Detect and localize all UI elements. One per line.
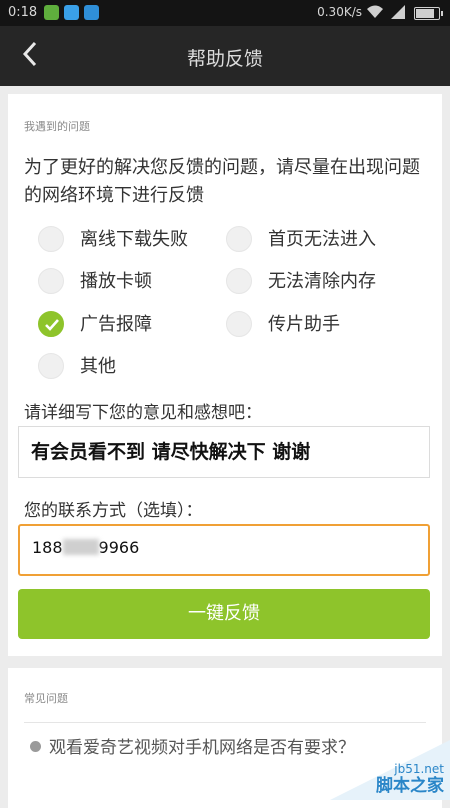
battery-icon	[414, 7, 443, 20]
notification-icon	[64, 5, 79, 20]
page-title: 帮助反馈	[186, 48, 263, 70]
network-speed: 0.30K/s	[317, 5, 362, 19]
problems-intro: 为了更好的解决您反馈的问题，请尽量在出现问题的网络环境下进行反馈	[24, 157, 420, 206]
feedback-prompt: 请详细写下您的意见和感想吧：	[24, 403, 262, 423]
contact-prompt: 您的联系方式（选填）：	[24, 501, 203, 521]
feedback-textarea[interactable]: 有会员看不到 请尽快解决下 谢谢	[18, 426, 430, 478]
divider	[24, 722, 426, 723]
watermark: jb51.net 脚本之家	[330, 740, 450, 800]
radio-unchecked-icon	[226, 268, 252, 294]
faq-section-label: 常见问题	[24, 692, 68, 705]
bullet-icon	[30, 741, 41, 752]
radio-unchecked-icon	[226, 311, 252, 337]
problems-section-label: 我遇到的问题	[24, 120, 90, 133]
watermark-brand: 脚本之家	[376, 776, 444, 796]
signal-icon	[391, 5, 405, 19]
notification-icon	[84, 5, 99, 20]
contact-input[interactable]: 188 9966	[18, 524, 430, 576]
nav-bar: 帮助反馈	[0, 26, 450, 86]
submit-feedback-button[interactable]: 一键反馈	[18, 589, 430, 639]
redacted-digits	[62, 539, 99, 555]
notification-icon	[44, 5, 59, 20]
radio-unchecked-icon	[38, 226, 64, 252]
radio-unchecked-icon	[38, 268, 64, 294]
radio-checked-icon	[38, 311, 64, 337]
radio-unchecked-icon	[226, 226, 252, 252]
wifi-icon	[367, 5, 383, 18]
radio-unchecked-icon	[38, 353, 64, 379]
checkmark-icon	[45, 319, 59, 331]
feedback-card: 我遇到的问题 为了更好的解决您反馈的问题，请尽量在出现问题的网络环境下进行反馈 …	[8, 94, 442, 656]
status-bar: 0:18 0.30K/s	[0, 0, 450, 26]
status-time: 0:18	[8, 5, 38, 20]
